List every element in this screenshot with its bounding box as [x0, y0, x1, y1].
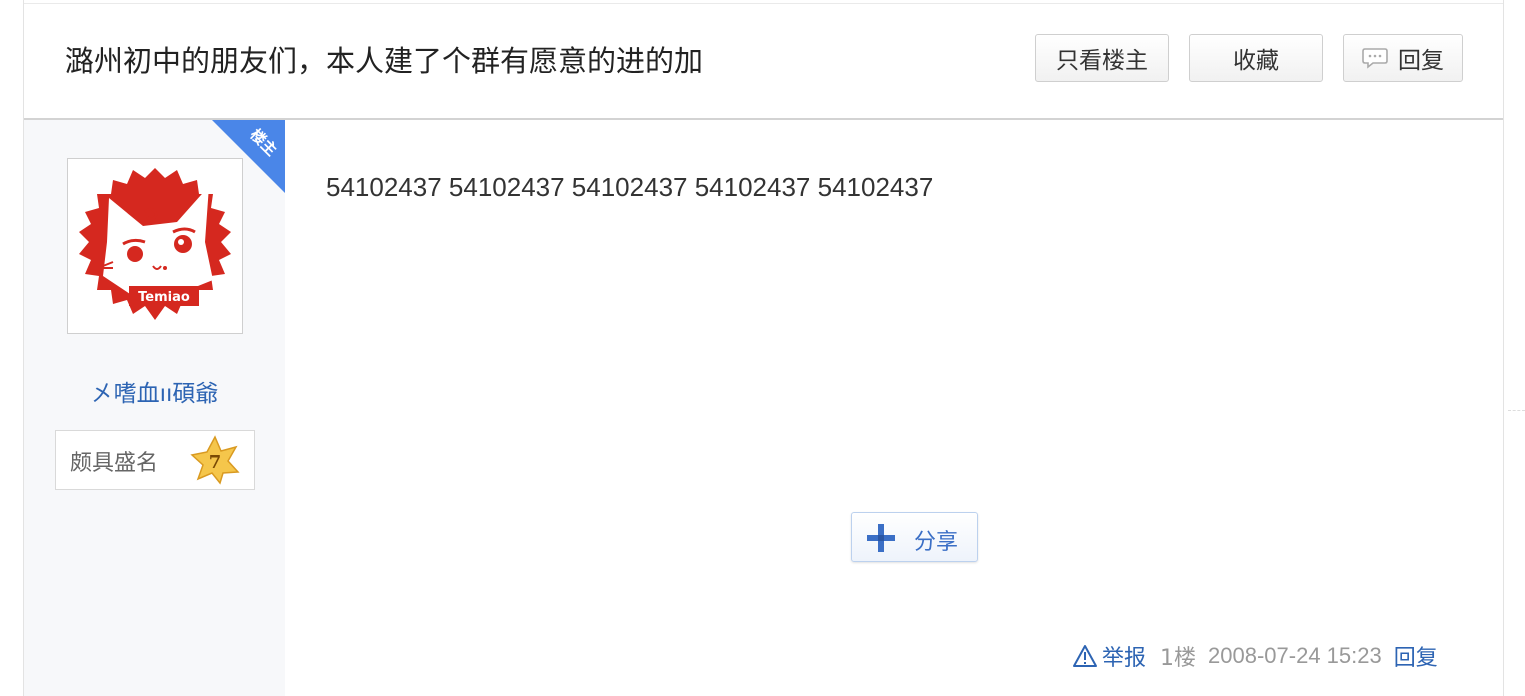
favorite-label: 收藏 [1233, 48, 1279, 74]
report-label: 举报 [1102, 646, 1147, 671]
post-footer: 举报 1楼 2008-07-24 15:23 回复 [1072, 641, 1438, 671]
floor-number: 1楼 [1160, 646, 1197, 671]
share-button[interactable]: 分享 [851, 512, 978, 562]
page-right-border [1503, 0, 1504, 696]
favorite-button[interactable]: 收藏 [1189, 34, 1323, 82]
post-reply-link[interactable]: 回复 [1394, 640, 1438, 672]
svg-text:Temiao: Temiao [138, 290, 190, 305]
author-sidebar: Temiao 楼主 㐅嗜血ıı碩爺 颇具盛名 7 [24, 120, 285, 696]
author-name-link[interactable]: 㐅嗜血ıı碩爺 [24, 374, 285, 408]
level-number: 7 [209, 452, 222, 473]
share-label: 分享 [914, 530, 959, 555]
only-op-label: 只看楼主 [1056, 48, 1148, 74]
report-link[interactable]: 举报 [1072, 640, 1146, 672]
thread-title: 潞州初中的朋友们，本人建了个群有愿意的进的加 [65, 44, 704, 78]
warning-icon [1073, 645, 1097, 667]
post-time: 2008-07-24 15:23 [1208, 643, 1382, 668]
author-rank-box[interactable]: 颇具盛名 7 [55, 430, 255, 490]
rank-title: 颇具盛名 [70, 451, 159, 476]
op-corner-badge: 楼主 [212, 120, 285, 193]
right-gutter-divider [1508, 410, 1525, 411]
reply-button[interactable]: 回复 [1343, 34, 1463, 82]
only-op-button[interactable]: 只看楼主 [1035, 34, 1169, 82]
thread-header: 潞州初中的朋友们，本人建了个群有愿意的进的加 只看楼主 收藏 回复 [24, 4, 1503, 118]
reply-label: 回复 [1398, 48, 1444, 74]
plus-icon [867, 524, 895, 552]
level-star-icon: 7 [190, 435, 240, 485]
comment-bubble-icon [1362, 48, 1388, 69]
post-content: 54102437 54102437 54102437 54102437 5410… [326, 172, 934, 202]
